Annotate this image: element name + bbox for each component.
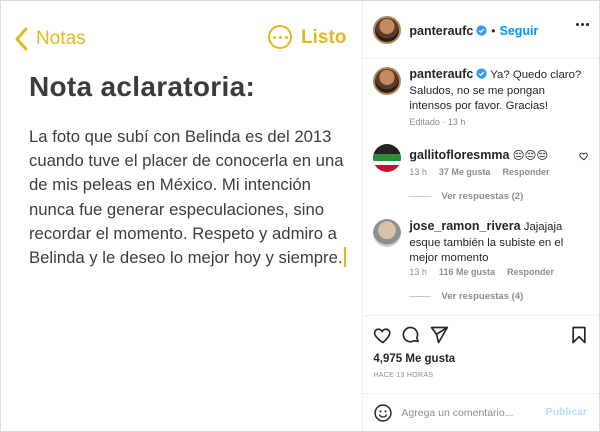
comment: gallitofloresmma 😔😔😔	[409, 148, 569, 165]
view-replies-button[interactable]: Ver respuestas (2)	[409, 191, 523, 202]
comment-input[interactable]	[401, 402, 542, 424]
post-timestamp: HACE 13 HORAS	[373, 372, 434, 379]
post-header-info: panteraufc • Seguir	[409, 22, 538, 40]
separator-dot: •	[491, 24, 496, 38]
comment-icon[interactable]	[401, 325, 421, 345]
note-title: Nota aclaratoria:	[29, 71, 256, 102]
notes-back-label: Notas	[36, 28, 86, 49]
more-circle-icon	[268, 25, 292, 49]
comment-meta: 13 h 116 Me gusta Responder	[409, 267, 554, 277]
verified-icon	[476, 68, 487, 79]
notes-back-button: Notas	[11, 25, 86, 53]
avatar[interactable]	[373, 144, 402, 172]
post-image: Notas Listo Nota aclaratoria: La foto qu…	[1, 1, 364, 431]
publish-button[interactable]: Publicar	[546, 406, 587, 418]
reply-button[interactable]: Responder	[502, 167, 549, 177]
caption: panteraufc Ya? Quedo claro? Saludos, no …	[409, 67, 589, 115]
post-actions	[363, 315, 599, 349]
text-cursor	[343, 247, 346, 268]
instagram-post: Notas Listo Nota aclaratoria: La foto qu…	[0, 0, 600, 432]
comment: jose_ramon_rivera Jajajaja esque también…	[409, 219, 577, 267]
add-comment-bar: Publicar	[363, 393, 599, 431]
comment-likes[interactable]: 116 Me gusta	[439, 267, 495, 277]
avatar[interactable]	[373, 219, 402, 247]
note-body-text: La foto que subí con Belinda es del 2013…	[29, 127, 344, 268]
verified-icon	[476, 25, 487, 36]
comment-time: 13 h	[409, 167, 427, 177]
comment-username[interactable]: gallitofloresmma	[409, 148, 509, 162]
comment-meta: 13 h 37 Me gusta Responder	[409, 167, 549, 177]
follow-button[interactable]: Seguir	[500, 24, 539, 38]
chevron-left-icon	[15, 27, 28, 51]
caption-meta: Editado · 13 h	[409, 117, 466, 127]
divider	[409, 296, 432, 297]
caption-username[interactable]: panteraufc	[409, 67, 473, 81]
more-icon[interactable]	[574, 23, 589, 26]
avatar[interactable]	[373, 16, 402, 44]
post-author-username[interactable]: panteraufc	[409, 24, 473, 38]
comment-time: 13 h	[409, 267, 427, 277]
heart-icon[interactable]	[373, 325, 393, 345]
comments-list: panteraufc Ya? Quedo claro? Saludos, no …	[363, 59, 599, 315]
heart-icon[interactable]	[579, 151, 589, 161]
comment-username[interactable]: jose_ramon_rivera	[409, 219, 520, 233]
emoji-icon[interactable]	[373, 403, 393, 423]
likes-count[interactable]: 4,975 Me gusta	[373, 353, 455, 365]
comment-text: 😔😔😔	[512, 150, 549, 162]
view-replies-label: Ver respuestas (2)	[441, 191, 524, 202]
bookmark-icon[interactable]	[569, 325, 589, 345]
view-replies-label: Ver respuestas (4)	[441, 291, 524, 302]
comment-likes[interactable]: 37 Me gusta	[439, 167, 491, 177]
avatar[interactable]	[373, 67, 402, 95]
reply-button[interactable]: Responder	[507, 267, 554, 277]
notes-done-label: Listo	[301, 27, 347, 48]
divider	[409, 196, 432, 197]
view-replies-button[interactable]: Ver respuestas (4)	[409, 291, 523, 302]
notes-toolbar: Notas Listo	[11, 25, 348, 55]
note-body: La foto que subí con Belinda es del 2013…	[29, 125, 351, 270]
share-icon[interactable]	[429, 325, 449, 345]
post-header: panteraufc • Seguir	[363, 1, 599, 59]
post-sidebar: panteraufc • Seguir panteraufc Ya? Quedo c…	[363, 1, 599, 431]
